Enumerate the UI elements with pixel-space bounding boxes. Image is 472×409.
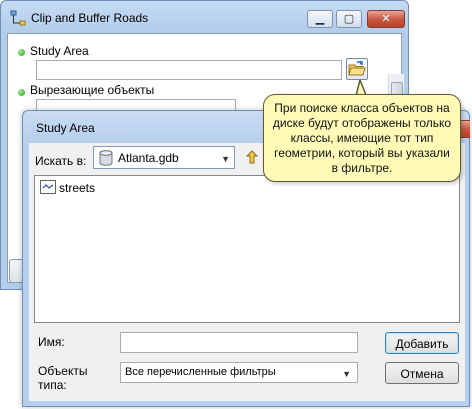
minimize-button[interactable]: ▁ [307,10,333,28]
open-folder-icon [348,60,366,76]
tooltip-text: При поиске класса объектов на диске буду… [272,101,452,175]
type-filter-value: Все перечисленные фильтры [125,366,276,378]
required-dot-icon [18,49,25,56]
file-name: streets [59,181,96,195]
close-icon: ✕ [381,13,391,25]
look-in-value: Atlanta.gdb [118,151,179,165]
file-list[interactable]: streets [34,175,460,323]
line-feature-class-icon [40,180,56,197]
maximize-icon: ▢ [343,13,355,25]
name-label: Имя: [38,335,65,349]
type-filter-dropdown[interactable]: Все перечисленные фильтры ▼ [120,362,358,383]
add-button[interactable]: Добавить [385,332,459,354]
name-input[interactable] [120,332,358,353]
type-filter-label: Объекты типа: [38,364,88,392]
clip-features-label: Вырезающие объекты [30,83,155,97]
dialog-title: Study Area [36,121,95,135]
look-in-label: Искать в: [35,154,87,168]
look-in-dropdown[interactable]: Atlanta.gdb ▼ [93,146,235,169]
up-arrow-icon [245,150,259,164]
window-title: Clip and Buffer Roads [31,11,149,25]
study-area-input[interactable] [36,60,342,80]
browse-button[interactable] [346,58,368,80]
maximize-button[interactable]: ▢ [336,10,362,28]
model-icon [10,10,26,29]
tooltip-callout: При поиске класса объектов на диске буду… [263,94,461,182]
cancel-button[interactable]: Отмена [385,362,459,384]
minimize-icon: ▁ [315,13,325,25]
dropdown-arrow-icon: ▼ [342,369,351,379]
title-bar[interactable]: Clip and Buffer Roads ▁ ▢ ✕ [1,1,408,33]
dropdown-arrow-icon: ▼ [221,154,230,164]
close-button[interactable]: ✕ [367,10,405,28]
required-dot-icon [18,89,25,96]
up-one-level-button[interactable] [243,148,261,169]
geodatabase-icon [99,150,113,169]
study-area-label: Study Area [30,44,89,58]
